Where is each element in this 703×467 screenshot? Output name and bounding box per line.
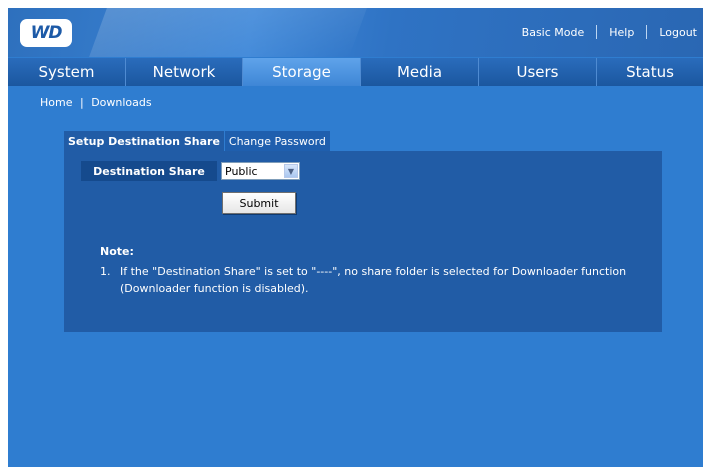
app-window: WD Basic Mode Help Logout System Network… xyxy=(8,8,703,467)
select-value: Public xyxy=(225,164,258,178)
chevron-down-icon[interactable]: ▼ xyxy=(284,164,298,178)
subtab-change-password[interactable]: Change Password xyxy=(224,131,330,151)
tab-storage[interactable]: Storage xyxy=(243,58,361,86)
tab-users[interactable]: Users xyxy=(479,58,597,86)
basic-mode-link[interactable]: Basic Mode xyxy=(522,26,585,39)
note-text: If the "Destination Share" is set to "--… xyxy=(120,265,627,295)
breadcrumb-current: Downloads xyxy=(91,96,152,109)
header-bar: WD Basic Mode Help Logout xyxy=(8,8,703,57)
subtabs: Setup Destination Share Change Password xyxy=(64,131,331,151)
tab-system[interactable]: System xyxy=(8,58,126,86)
tab-status[interactable]: Status xyxy=(597,58,703,86)
note-number: 1. xyxy=(100,265,111,278)
submit-button[interactable]: Submit xyxy=(222,192,296,214)
destination-share-label: Destination Share xyxy=(81,161,217,181)
top-links: Basic Mode Help Logout xyxy=(522,25,697,39)
note-title: Note: xyxy=(100,245,134,258)
subtab-setup-destination-share[interactable]: Setup Destination Share xyxy=(64,131,224,151)
main-nav: System Network Storage Media Users Statu… xyxy=(8,58,703,86)
breadcrumb: Home | Downloads xyxy=(40,96,152,109)
help-link[interactable]: Help xyxy=(609,26,634,39)
logout-link[interactable]: Logout xyxy=(659,26,697,39)
link-divider xyxy=(646,25,648,39)
settings-panel: Destination Share Public ▼ Submit Note: … xyxy=(64,151,662,332)
destination-share-select[interactable]: Public ▼ xyxy=(221,162,300,180)
tab-media[interactable]: Media xyxy=(361,58,479,86)
link-divider xyxy=(596,25,598,39)
tab-network[interactable]: Network xyxy=(126,58,243,86)
breadcrumb-home-link[interactable]: Home xyxy=(40,96,72,109)
wd-logo: WD xyxy=(20,19,72,47)
note-item: 1. If the "Destination Share" is set to … xyxy=(100,263,640,297)
breadcrumb-separator: | xyxy=(79,96,84,109)
